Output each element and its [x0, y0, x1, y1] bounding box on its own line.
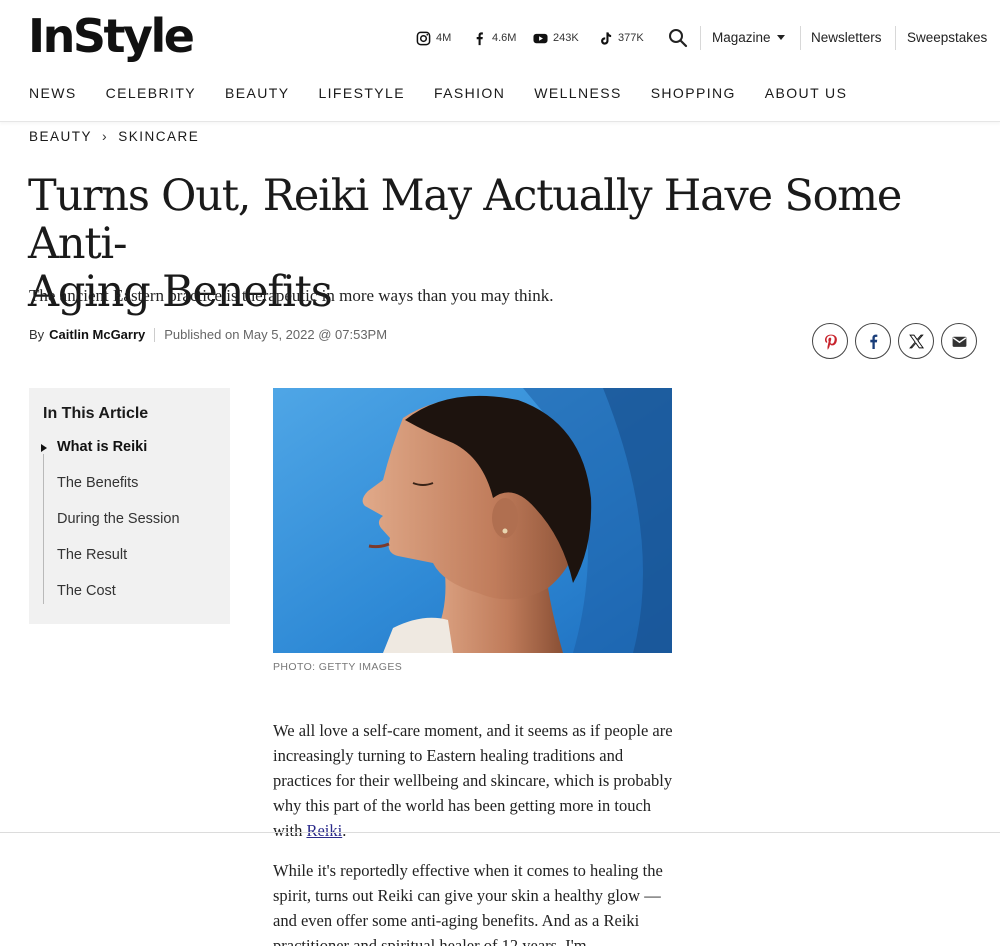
- article-paragraph-1: We all love a self-care moment, and it s…: [273, 718, 673, 843]
- magazine-label: Magazine: [712, 30, 771, 45]
- search-icon[interactable]: [667, 27, 689, 49]
- divider: [800, 26, 801, 50]
- tiktok-link[interactable]: 377K: [598, 26, 644, 50]
- facebook-link[interactable]: 4.6M: [472, 26, 516, 50]
- youtube-link[interactable]: 243K: [533, 26, 579, 50]
- share-pinterest-button[interactable]: [812, 323, 848, 359]
- table-of-contents: In This Article What is Reiki The Benefi…: [29, 388, 230, 624]
- newsletters-link[interactable]: Newsletters: [811, 29, 882, 47]
- main-nav: NEWS CELEBRITY BEAUTY LIFESTYLE FASHION …: [29, 85, 876, 101]
- caret-right-icon: [41, 444, 47, 452]
- breadcrumb-skincare[interactable]: SKINCARE: [118, 129, 199, 144]
- published-date: Published on May 5, 2022 @ 07:53PM: [164, 327, 388, 342]
- portrait-image: [273, 388, 672, 653]
- tiktok-count: 377K: [618, 32, 644, 44]
- toc-item-the-benefits[interactable]: The Benefits: [57, 475, 138, 491]
- nav-item-shopping[interactable]: SHOPPING: [651, 85, 736, 101]
- sweepstakes-link[interactable]: Sweepstakes: [907, 29, 987, 47]
- share-facebook-button[interactable]: [855, 323, 891, 359]
- facebook-icon: [476, 31, 483, 45]
- toc-item-the-cost[interactable]: The Cost: [57, 583, 116, 599]
- photo-credit: PHOTO: GETTY IMAGES: [273, 661, 403, 673]
- share-x-button[interactable]: [898, 323, 934, 359]
- toc-item-what-is-reiki[interactable]: What is Reiki: [57, 439, 147, 455]
- article-photo: [273, 388, 672, 653]
- article-dek: The ancient Eastern practice is therapeu…: [29, 286, 554, 305]
- by-label: By: [29, 327, 45, 342]
- nav-item-news[interactable]: NEWS: [29, 85, 77, 101]
- facebook-count: 4.6M: [492, 32, 517, 44]
- toc-item-during-the-session[interactable]: During the Session: [57, 511, 180, 527]
- email-icon: [952, 336, 966, 347]
- chevron-right-icon: ›: [102, 128, 109, 144]
- headline-line-1: Turns Out, Reiki May Actually Have Some …: [28, 171, 902, 269]
- nav-item-fashion[interactable]: FASHION: [434, 85, 505, 101]
- breadcrumb: BEAUTY › SKINCARE: [29, 128, 199, 144]
- toc-rail: [43, 454, 44, 604]
- site-logo[interactable]: InStyle: [28, 8, 195, 64]
- reiki-link[interactable]: Reiki: [306, 821, 342, 840]
- author-link[interactable]: Caitlin McGarry: [49, 327, 145, 342]
- article-paragraph-2: While it's reportedly effective when it …: [273, 861, 663, 946]
- facebook-icon: [869, 334, 877, 349]
- instagram-count: 4M: [436, 32, 452, 44]
- byline: By Caitlin McGarry Published on May 5, 2…: [29, 327, 387, 342]
- divider: [895, 26, 896, 50]
- instagram-link[interactable]: 4M: [416, 26, 451, 50]
- nav-item-wellness[interactable]: WELLNESS: [534, 85, 621, 101]
- youtube-count: 243K: [553, 32, 579, 44]
- instagram-icon: [416, 31, 431, 45]
- paragraph-text: .: [342, 821, 347, 840]
- toc-item-the-result[interactable]: The Result: [57, 547, 127, 563]
- share-email-button[interactable]: [941, 323, 977, 359]
- nav-item-celebrity[interactable]: CELEBRITY: [106, 85, 196, 101]
- nav-item-about-us[interactable]: ABOUT US: [765, 85, 848, 101]
- breadcrumb-beauty[interactable]: BEAUTY: [29, 129, 92, 144]
- tiktok-icon: [601, 31, 612, 45]
- x-icon: [908, 334, 924, 348]
- divider: [0, 832, 1000, 833]
- divider: [154, 327, 156, 342]
- magazine-dropdown[interactable]: Magazine: [712, 29, 785, 47]
- youtube-icon: [533, 33, 548, 43]
- toc-title: In This Article: [43, 405, 149, 422]
- caret-down-icon: [776, 35, 785, 40]
- nav-item-lifestyle[interactable]: LIFESTYLE: [318, 85, 405, 101]
- pinterest-icon: [824, 334, 837, 350]
- site-header: InStyle 4M 4.6M 243K 377K Magazine Newsl…: [0, 0, 1000, 122]
- nav-item-beauty[interactable]: BEAUTY: [225, 85, 289, 101]
- divider: [700, 26, 701, 50]
